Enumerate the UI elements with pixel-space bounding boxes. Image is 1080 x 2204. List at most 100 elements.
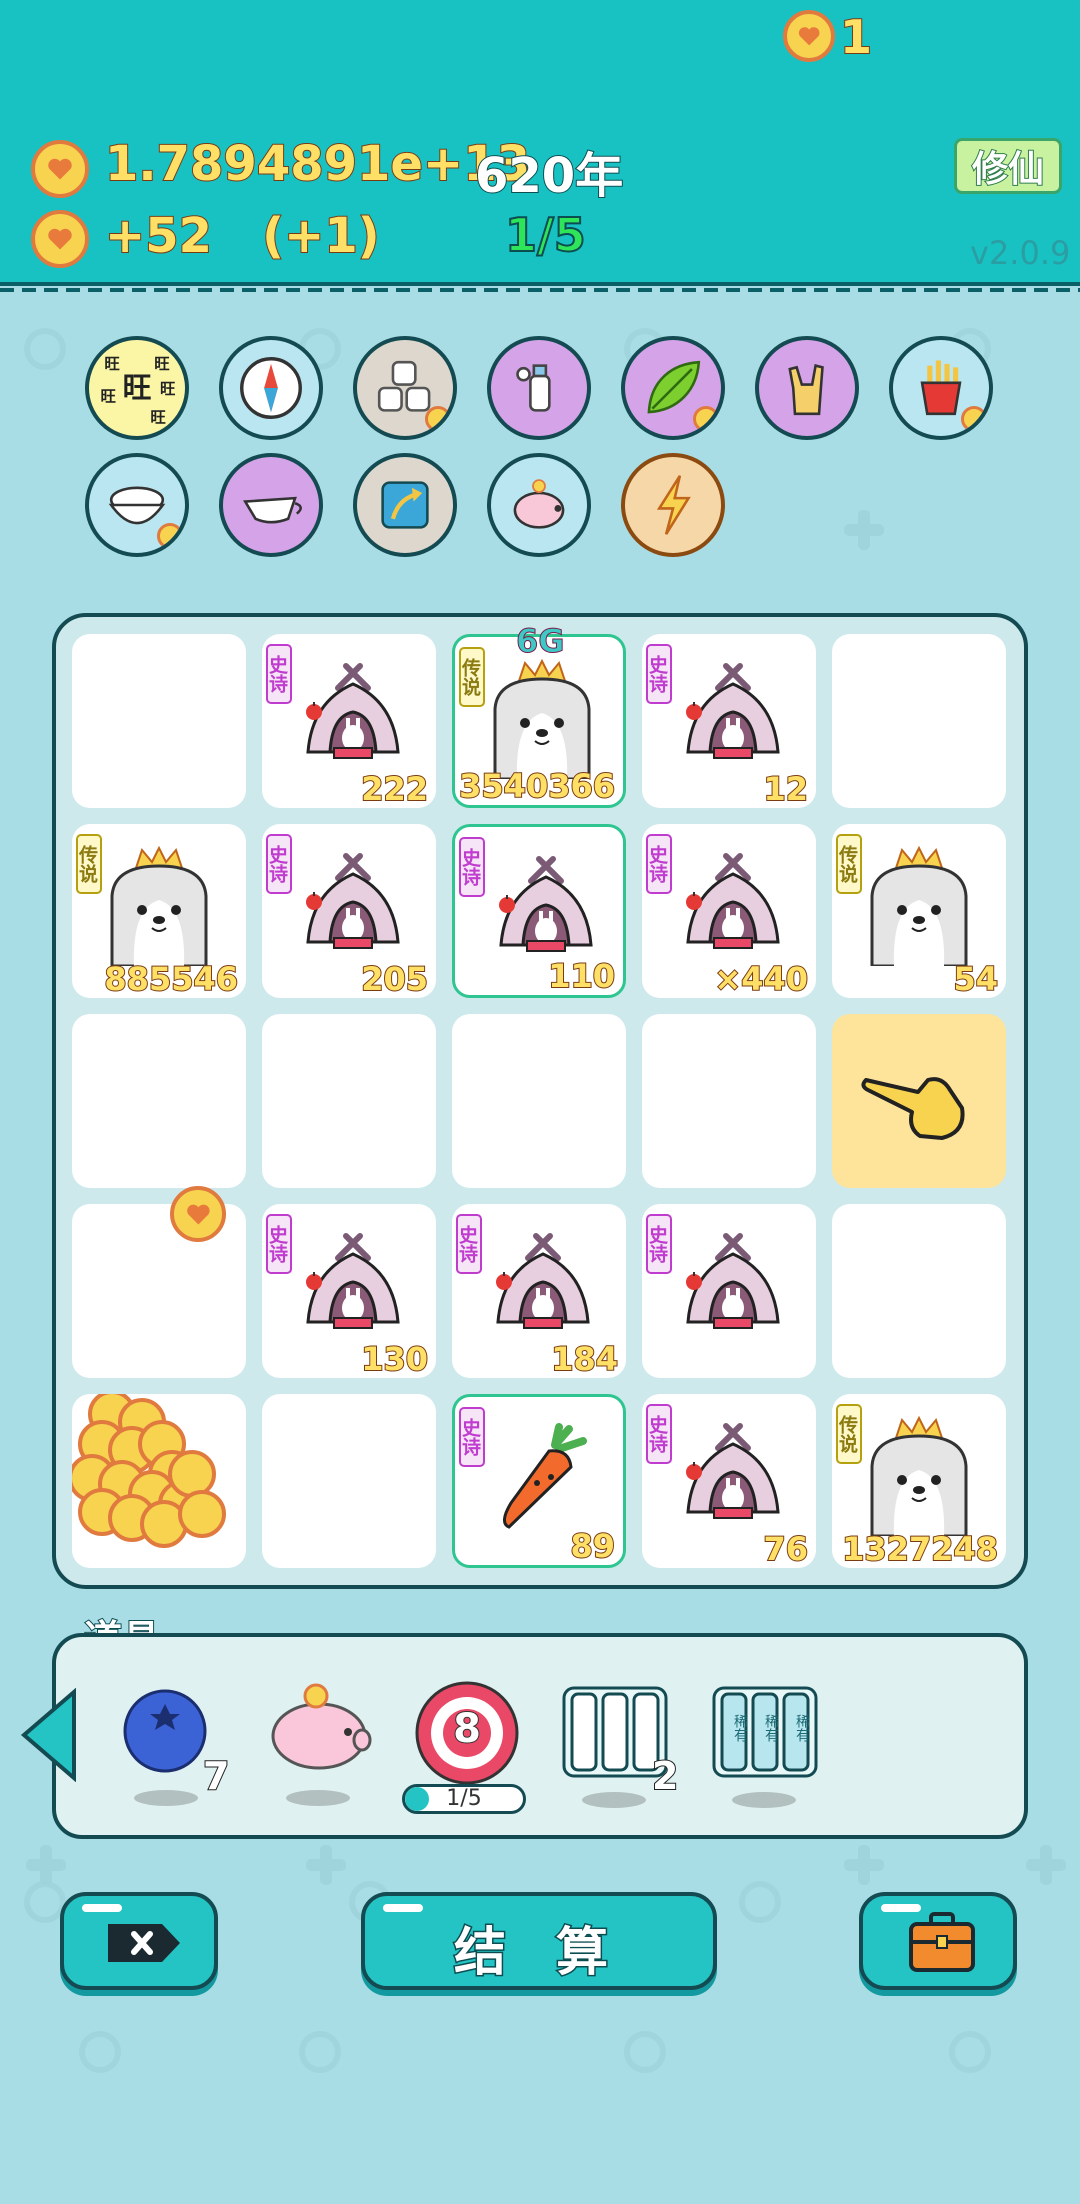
board-cell-husky[interactable]: 传说 885546 [72, 824, 246, 998]
money-amount: 1.7894891e+13 [104, 135, 531, 193]
rabbit-hut-icon [496, 1233, 590, 1329]
board-cell-empty[interactable] [262, 1394, 436, 1568]
rabbit-hut-icon [306, 663, 400, 759]
scroll-rare-text-1: 稀有 [732, 1714, 748, 1742]
top-heart-count: 1 [839, 9, 873, 65]
milk-bottle-icon[interactable] [487, 336, 591, 440]
husky-sprite [854, 845, 984, 970]
items-scroll-left-icon[interactable] [18, 1688, 78, 1782]
leaf-icon[interactable] [621, 336, 725, 440]
rarity-tag-epic: 史诗 [646, 644, 672, 704]
board-cell-hut[interactable]: 史诗 130 [262, 1204, 436, 1378]
blueberry-shadow [134, 1790, 198, 1806]
hut-sprite [678, 1422, 788, 1536]
rabbit-hut-icon [686, 853, 780, 949]
board-cell-carrot[interactable]: 史诗 89 [452, 1394, 626, 1568]
stage-progress: 1/5 [504, 207, 587, 263]
income-rate-bonus: (+1) [261, 207, 380, 265]
board-cell-hut[interactable]: 史诗 12 [642, 634, 816, 808]
cell-count: 3540366 [458, 766, 616, 805]
blueberry-count: 7 [202, 1753, 230, 1799]
compass-icon[interactable] [219, 336, 323, 440]
hut-sprite [298, 662, 408, 776]
dice-blocks-icon[interactable] [353, 336, 457, 440]
blueberry-icon [123, 1689, 207, 1773]
wang-icon[interactable]: 旺 旺 旺 旺 旺 旺 [85, 336, 189, 440]
board-cell-coins[interactable] [72, 1394, 246, 1568]
cell-count: ×440 [713, 959, 809, 998]
rate-coin-icon [31, 210, 89, 268]
board-cell-hut[interactable]: 史诗 76 [642, 1394, 816, 1568]
board-cell-empty[interactable] [72, 1014, 246, 1188]
rabbit-hut-icon [686, 1233, 780, 1329]
svg-text:旺: 旺 [101, 387, 117, 405]
money-coin-icon [31, 140, 89, 198]
svg-text:旺: 旺 [150, 409, 166, 427]
board-cell-hut[interactable]: 史诗 184 [452, 1204, 626, 1378]
svg-text:旺: 旺 [123, 371, 152, 405]
network-6g-label: 6G [516, 622, 566, 661]
husky-sprite [94, 845, 224, 970]
years-counter: 620年 [474, 147, 624, 205]
rock-hand-icon[interactable] [755, 336, 859, 440]
scroll-rare-text-2: 稀有 [763, 1714, 779, 1742]
board-cell-hut[interactable]: 史诗 [642, 1204, 816, 1378]
cultivate-button[interactable]: 修仙 [954, 138, 1062, 194]
hut-sprite [298, 852, 408, 966]
board-cell-husky[interactable]: 传说 54 [832, 824, 1006, 998]
cell-count: 184 [550, 1339, 619, 1378]
board-cell-empty[interactable] [262, 1014, 436, 1188]
husky-king-icon [493, 658, 591, 781]
gravy-boat-icon[interactable] [219, 453, 323, 557]
cell-count: 885546 [103, 959, 239, 998]
scroll-count: 2 [651, 1753, 679, 1799]
scroll-item-rare[interactable]: 稀有 稀有 稀有 [710, 1684, 820, 1814]
blueberry-item[interactable] [120, 1686, 210, 1806]
board-cell-hut[interactable]: 史诗 222 [262, 634, 436, 808]
rarity-tag-epic: 史诗 [266, 644, 292, 704]
board-cell-husky[interactable]: 传说 3540366 [452, 634, 626, 808]
rarity-tag-epic: 史诗 [646, 834, 672, 894]
board-cell-husky[interactable]: 传说 1327248 [832, 1394, 1006, 1568]
husky-sprite [854, 1415, 984, 1540]
hut-sprite [298, 1232, 408, 1346]
lightning-icon[interactable] [621, 453, 725, 557]
hut-sprite [488, 1232, 598, 1346]
board-cell-hut[interactable]: 史诗 205 [262, 824, 436, 998]
board-cell-empty[interactable] [452, 1014, 626, 1188]
hut-sprite [678, 662, 788, 776]
rabbit-hut-icon [686, 663, 780, 759]
rarity-tag-epic: 史诗 [266, 834, 292, 894]
board-cell-empty[interactable] [832, 634, 1006, 808]
piggy-bank-icon[interactable] [487, 453, 591, 557]
rabbit-hut-icon [306, 853, 400, 949]
board-cell-empty[interactable] [832, 1204, 1006, 1378]
board-cell-hut[interactable]: 史诗 ×440 [642, 824, 816, 998]
rabbit-hut-icon [499, 856, 593, 952]
board-cell-empty[interactable] [642, 1014, 816, 1188]
target-progress-text: 1/5 [446, 1786, 482, 1811]
header-divider [0, 288, 1080, 292]
rarity-tag-legend: 传说 [459, 647, 485, 707]
husky-king-icon [870, 845, 968, 968]
upgrade-arrow-icon[interactable] [353, 453, 457, 557]
rice-bowl-icon[interactable] [85, 453, 189, 557]
cell-count: 54 [952, 959, 999, 998]
board-cell-empty[interactable] [72, 634, 246, 808]
briefcase-button[interactable] [859, 1892, 1017, 1990]
close-tag-icon [108, 1924, 180, 1962]
board-cell-pointer[interactable] [832, 1014, 1006, 1188]
target-progress-bar: 1/5 [402, 1784, 526, 1814]
rarity-tag-epic: 史诗 [646, 1404, 672, 1464]
settle-button[interactable]: 结 算 [361, 1892, 717, 1990]
cancel-button-shine [82, 1904, 122, 1912]
board-cell-hut[interactable]: 史诗 110 [452, 824, 626, 998]
piggy-item[interactable] [264, 1680, 374, 1806]
cell-count: 110 [547, 956, 616, 995]
cancel-button[interactable] [60, 1892, 218, 1990]
version-label: v2.0.9 [970, 234, 1071, 272]
fries-icon[interactable] [889, 336, 993, 440]
cell-count: 76 [762, 1529, 809, 1568]
pointing-hand-icon [861, 1077, 965, 1140]
svg-text:旺: 旺 [154, 355, 170, 373]
